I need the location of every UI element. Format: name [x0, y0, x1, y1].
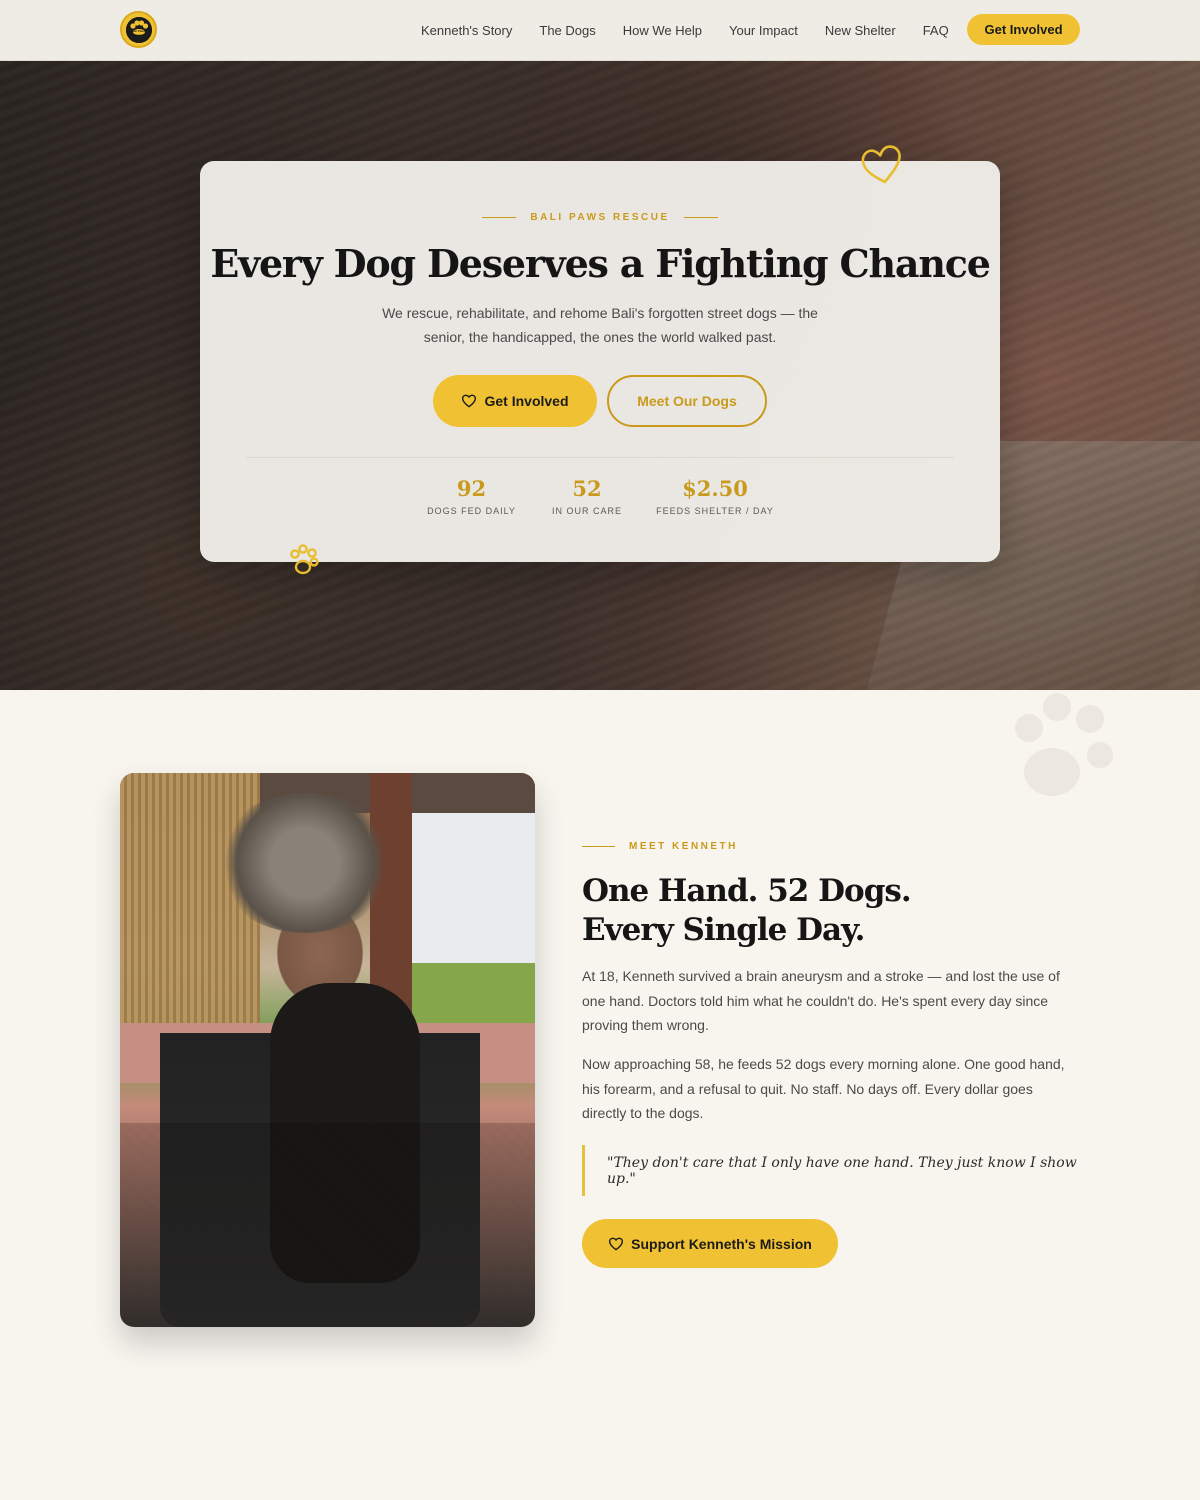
support-kenneth-label: Support Kenneth's Mission	[631, 1235, 812, 1252]
hero-subtitle: We rescue, rehabilitate, and rehome Bali…	[382, 305, 818, 345]
nav-link-how-we-help[interactable]: How We Help	[623, 23, 702, 38]
nav-links: Kenneth's Story The Dogs How We Help You…	[421, 0, 976, 60]
top-nav: Bali Paws Rescue Kenneth's Story The Dog…	[0, 0, 1200, 61]
nav-link-new-shelter[interactable]: New Shelter	[825, 23, 896, 38]
kenneth-photo	[120, 773, 535, 1327]
stat-feeds-shelter: $2.50 FEEDS SHELTER / DAY	[656, 476, 774, 516]
nav-link-kenneths-story[interactable]: Kenneth's Story	[421, 23, 512, 38]
story-eyebrow: MEET KENNETH	[582, 841, 738, 852]
meet-our-dogs-button[interactable]: Meet Our Dogs	[607, 375, 767, 427]
logo-text: Bali Paws Rescue	[131, 28, 146, 37]
stat-label: FEEDS SHELTER / DAY	[656, 506, 774, 516]
story-title: One Hand. 52 Dogs. Every Single Day.	[582, 872, 1102, 950]
stat-dogs-fed: 92 DOGS FED DAILY	[425, 476, 518, 516]
logo-paw: Bali Paws Rescue	[125, 16, 152, 43]
nav-link-the-dogs[interactable]: The Dogs	[539, 23, 595, 38]
hero-get-involved-button[interactable]: Get Involved	[433, 375, 597, 427]
hero-get-involved-label: Get Involved	[484, 393, 569, 409]
paw-logo-icon[interactable]: Bali Paws Rescue	[120, 11, 157, 48]
heart-icon	[861, 145, 901, 184]
stat-label: IN OUR CARE	[551, 506, 622, 516]
stat-value: 92	[456, 476, 487, 501]
stat-value: $2.50	[682, 476, 748, 501]
hero-title: Every Dog Deserves a Fighting Chance	[210, 241, 991, 286]
paw-print-icon	[1015, 693, 1113, 796]
eyebrow-line-left	[482, 217, 517, 218]
stat-value: 52	[572, 476, 602, 501]
story-eyebrow-text: MEET KENNETH	[629, 841, 738, 852]
story-paragraph-1: At 18, Kenneth survived a brain aneurysm…	[582, 968, 1060, 1033]
nav-get-involved-button[interactable]: Get Involved	[967, 14, 1080, 45]
kenneth-quote: "They don't care that I only have one ha…	[582, 1145, 1082, 1196]
support-kenneth-button[interactable]: Support Kenneth's Mission	[582, 1219, 838, 1268]
story-title-line1: One Hand. 52 Dogs.	[582, 873, 912, 909]
photo-hair	[215, 793, 395, 933]
heart-icon	[609, 1237, 624, 1250]
nav-link-your-impact[interactable]: Your Impact	[729, 23, 798, 38]
hero-eyebrow: BALI PAWS RESCUE	[0, 212, 1200, 223]
hero-eyebrow-text: BALI PAWS RESCUE	[530, 212, 670, 223]
stat-in-care: 52 IN OUR CARE	[550, 476, 624, 516]
heart-icon	[462, 394, 477, 408]
story-paragraph-2: Now approaching 58, he feeds 52 dogs eve…	[582, 1056, 1065, 1121]
paw-print-icon	[290, 544, 319, 575]
photo-wicker-chair	[120, 1123, 535, 1327]
story-title-line2: Every Single Day.	[582, 912, 865, 948]
nav-link-faq[interactable]: FAQ	[923, 23, 949, 38]
stat-label: DOGS FED DAILY	[427, 506, 516, 516]
hero-card-divider	[246, 457, 954, 458]
eyebrow-line	[582, 846, 615, 847]
eyebrow-line-right	[683, 217, 718, 218]
